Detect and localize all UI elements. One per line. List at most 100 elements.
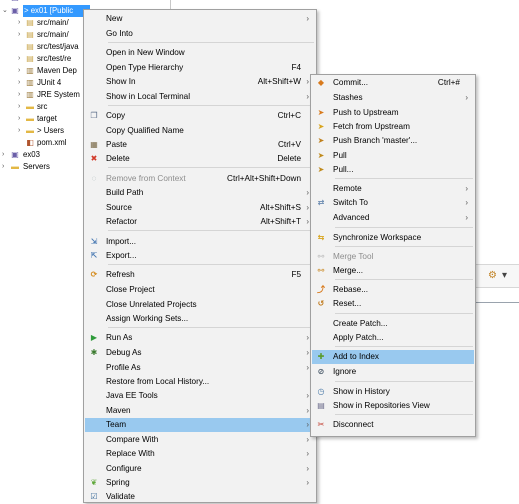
tree-item[interactable]: › ▤ src/test/re xyxy=(0,53,86,65)
team-submenu: ◆ Commit... Ctrl+# Stashes › ➤ Push to Upstrea… xyxy=(310,74,476,437)
menu-item-create-patch[interactable]: Create Patch... xyxy=(312,317,474,331)
folder-icon: ▬ xyxy=(11,162,19,171)
menu-item-run-as[interactable]: ▶ Run As › xyxy=(85,331,315,345)
menu-item-copy[interactable]: ❐ Copy Ctrl+C xyxy=(85,109,315,123)
tree-item-label: > ex01 [Public xyxy=(23,5,90,17)
menu-item-assign-working-sets[interactable]: Assign Working Sets... xyxy=(85,312,315,326)
menu-item-label: Restore from Local History... xyxy=(106,377,210,386)
collapsed-chevron-icon[interactable]: › xyxy=(18,113,24,125)
menu-item-merge[interactable]: ⚯ Merge... xyxy=(312,264,474,278)
toolbar-dropdown-icon[interactable]: ▾ xyxy=(502,270,507,281)
collapsed-chevron-icon[interactable]: › xyxy=(18,65,24,77)
menu-item-copy-qualified-name[interactable]: Copy Qualified Name xyxy=(85,124,315,138)
menu-item-export[interactable]: ⇱ Export... xyxy=(85,249,315,263)
menu-item-show-in[interactable]: Show In Alt+Shift+W › xyxy=(85,75,315,89)
menu-item-label: Delete xyxy=(106,154,130,163)
tree-item[interactable]: › ▥ JRE System xyxy=(0,89,86,101)
menu-item-show-in-repositories-view[interactable]: ▤ Show in Repositories View xyxy=(312,399,474,413)
tree-item[interactable]: › ▣ ex03 xyxy=(0,149,86,161)
tree-item[interactable]: ⌄ ▣ > ex01 [Public xyxy=(0,5,90,17)
expanded-chevron-icon[interactable]: ⌄ xyxy=(2,5,8,17)
menu-item-label: Refresh xyxy=(106,270,135,279)
menu-item-new[interactable]: New › xyxy=(85,12,315,26)
tree-item[interactable]: ◧ pom.xml xyxy=(0,137,86,149)
menu-item-open-type-hierarchy[interactable]: Open Type Hierarchy F4 xyxy=(85,61,315,75)
tree-item[interactable]: › ▥ JUnit 4 xyxy=(0,77,86,89)
tree-item[interactable]: › ▤ src/main/ xyxy=(0,29,86,41)
menu-item-push-to-upstream[interactable]: ➤ Push to Upstream xyxy=(312,106,474,120)
menu-item-label: Team xyxy=(106,420,127,429)
menu-item-build-path[interactable]: Build Path › xyxy=(85,186,315,200)
menu-item-refresh[interactable]: ⟳ Refresh F5 xyxy=(85,268,315,282)
menu-item-ignore[interactable]: ⊘ Ignore xyxy=(312,365,474,379)
collapsed-chevron-icon[interactable]: › xyxy=(2,161,8,173)
library-icon: ▥ xyxy=(26,78,34,87)
collapsed-chevron-icon[interactable]: › xyxy=(18,29,24,41)
menu-item-push-branch-master[interactable]: ➤ Push Branch 'master'... xyxy=(312,134,474,148)
menu-item-shortcut: Delete xyxy=(277,154,301,163)
menu-item-compare-with[interactable]: Compare With › xyxy=(85,433,315,447)
tree-item[interactable]: › ▬ > Users xyxy=(0,125,86,137)
collapsed-chevron-icon[interactable]: › xyxy=(2,149,8,161)
collapsed-chevron-icon[interactable]: › xyxy=(18,53,24,65)
menu-item-validate[interactable]: ☑ Validate xyxy=(85,490,315,504)
tree-item[interactable]: › ▬ Servers xyxy=(0,161,86,173)
menu-item-add-to-index[interactable]: ✚ Add to Index xyxy=(312,350,474,364)
collapsed-chevron-icon[interactable]: › xyxy=(18,77,24,89)
menu-item-import[interactable]: ⇲ Import... xyxy=(85,235,315,249)
menu-item-paste[interactable]: ▦ Paste Ctrl+V xyxy=(85,138,315,152)
menu-item-label: Synchronize Workspace xyxy=(333,233,422,242)
menu-item-show-in-local-terminal[interactable]: Show in Local Terminal › xyxy=(85,90,315,104)
menu-item-profile-as[interactable]: Profile As › xyxy=(85,361,315,375)
submenu-arrow-icon: › xyxy=(465,184,468,193)
menu-item-pull[interactable]: ➤ Pull... xyxy=(312,163,474,177)
menu-item-replace-with[interactable]: Replace With › xyxy=(85,447,315,461)
menu-item-refactor[interactable]: Refactor Alt+Shift+T › xyxy=(85,215,315,229)
menu-item-debug-as[interactable]: ✱ Debug As › xyxy=(85,346,315,360)
menu-item-open-in-new-window[interactable]: Open in New Window xyxy=(85,46,315,60)
menu-item-reset[interactable]: ↺ Reset... xyxy=(312,297,474,311)
menu-item-remote[interactable]: Remote › xyxy=(312,182,474,196)
menu-item-go-into[interactable]: Go Into xyxy=(85,27,315,41)
menu-item-show-in-history[interactable]: ◷ Show in History xyxy=(312,385,474,399)
menu-item-advanced[interactable]: Advanced › xyxy=(312,211,474,225)
tree-item[interactable]: ▤ src/test/java xyxy=(0,41,86,53)
menu-item-close-project[interactable]: Close Project xyxy=(85,283,315,297)
menu-item-disconnect[interactable]: ✂ Disconnect xyxy=(312,418,474,432)
menu-item-delete[interactable]: ✖ Delete Delete xyxy=(85,152,315,166)
spring-icon: ❦ xyxy=(90,478,98,487)
menu-item-rebase[interactable]: ⤴ Rebase... xyxy=(312,283,474,297)
menu-item-close-unrelated-projects[interactable]: Close Unrelated Projects xyxy=(85,298,315,312)
tree-item[interactable]: › ▬ src xyxy=(0,101,86,113)
collapsed-chevron-icon[interactable]: › xyxy=(18,17,24,29)
menu-item-restore-from-local-history[interactable]: Restore from Local History... xyxy=(85,375,315,389)
menu-item-stashes[interactable]: Stashes › xyxy=(312,91,474,105)
menu-item-spring[interactable]: ❦ Spring › xyxy=(85,476,315,490)
switch-icon: ⇄ xyxy=(317,198,325,207)
menu-item-maven[interactable]: Maven › xyxy=(85,404,315,418)
menu-item-commit[interactable]: ◆ Commit... Ctrl+# xyxy=(312,76,474,90)
tree-item[interactable]: › ▥ Maven Dep xyxy=(0,65,86,77)
menu-item-switch-to[interactable]: ⇄ Switch To › xyxy=(312,196,474,210)
menu-item-label: Profile As xyxy=(106,363,141,372)
tree-item[interactable]: ▣ex00 xyxy=(0,0,86,4)
collapsed-chevron-icon[interactable]: › xyxy=(18,101,24,113)
menu-item-pull[interactable]: ➤ Pull xyxy=(312,149,474,163)
menu-item-java-ee-tools[interactable]: Java EE Tools › xyxy=(85,389,315,403)
menu-item-source[interactable]: Source Alt+Shift+S › xyxy=(85,201,315,215)
menu-item-fetch-from-upstream[interactable]: ➤ Fetch from Upstream xyxy=(312,120,474,134)
collapsed-chevron-icon[interactable]: › xyxy=(18,89,24,101)
menu-item-label: Advanced xyxy=(333,213,370,222)
tree-item[interactable]: › ▤ src/main/ xyxy=(0,17,86,29)
menu-item-team[interactable]: Team › xyxy=(85,418,315,432)
debug-icon: ✱ xyxy=(90,348,98,357)
tree-item[interactable]: › ▬ target xyxy=(0,113,86,125)
menu-item-configure[interactable]: Configure › xyxy=(85,462,315,476)
submenu-arrow-icon: › xyxy=(465,198,468,207)
menu-separator xyxy=(108,105,314,106)
collapsed-chevron-icon[interactable]: › xyxy=(18,125,24,137)
menu-item-apply-patch[interactable]: Apply Patch... xyxy=(312,331,474,345)
menu-item-synchronize-workspace[interactable]: ⇆ Synchronize Workspace xyxy=(312,231,474,245)
menu-item-label: Commit... xyxy=(333,78,369,87)
toolbar-icon[interactable]: ⚙ xyxy=(488,270,497,281)
